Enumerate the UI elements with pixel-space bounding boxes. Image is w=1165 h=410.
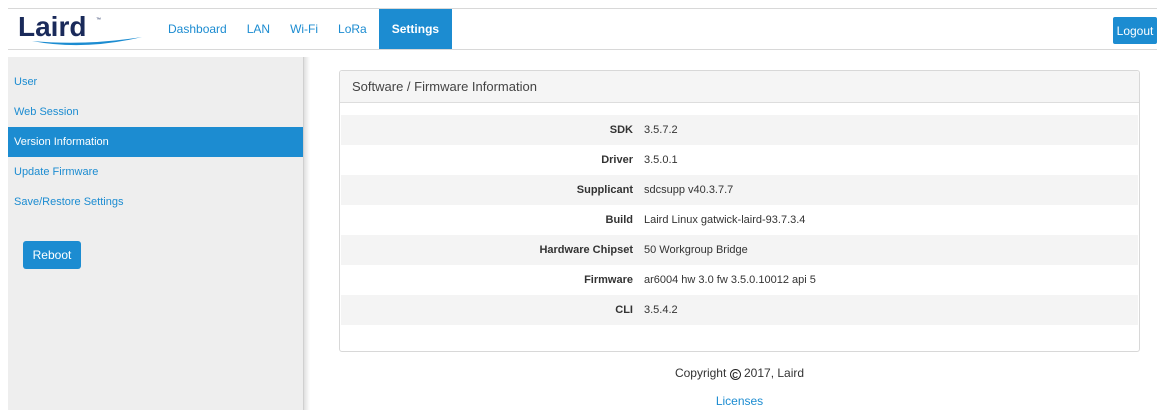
- logo-text: Laird: [18, 11, 86, 42]
- logout-button[interactable]: Logout: [1113, 17, 1157, 44]
- row-value-supplicant: sdcsupp v40.3.7.7: [644, 184, 734, 196]
- licenses-link[interactable]: Licenses: [339, 394, 1140, 408]
- info-table: SDK 3.5.7.2 Driver 3.5.0.1 Supplicant sd…: [341, 115, 1138, 325]
- row-label-cli: CLI: [615, 304, 633, 316]
- laird-logo[interactable]: Laird ™: [14, 11, 144, 49]
- row-label-driver: Driver: [601, 154, 633, 166]
- table-row: Supplicant sdcsupp v40.3.7.7: [341, 175, 1138, 205]
- nav-wifi[interactable]: Wi-Fi: [280, 9, 328, 49]
- reboot-button[interactable]: Reboot: [23, 241, 81, 269]
- copyright-text: Copyright C 2017, Laird: [339, 366, 1140, 380]
- copyright-icon: C: [729, 369, 741, 380]
- sidebar-item-user[interactable]: User: [8, 67, 303, 97]
- sidebar-item-version-information[interactable]: Version Information: [8, 127, 303, 157]
- row-label-sdk: SDK: [609, 124, 633, 136]
- sidebar-item-update-firmware[interactable]: Update Firmware: [8, 157, 303, 187]
- nav-dashboard[interactable]: Dashboard: [158, 9, 237, 49]
- row-label-firmware: Firmware: [584, 274, 633, 286]
- row-value-hardware-chipset: 50 Workgroup Bridge: [644, 244, 748, 256]
- panel-title: Software / Firmware Information: [340, 71, 1139, 103]
- row-label-build: Build: [605, 214, 634, 226]
- row-value-driver: 3.5.0.1: [644, 154, 678, 166]
- table-row: Build Laird Linux gatwick-laird-93.7.3.4: [341, 205, 1138, 235]
- settings-sidebar: User Web Session Version Information Upd…: [8, 57, 304, 410]
- firmware-info-panel: Software / Firmware Information SDK 3.5.…: [339, 70, 1140, 352]
- copyright-suffix: 2017, Laird: [744, 366, 805, 380]
- table-row: Firmware ar6004 hw 3.0 fw 3.5.0.10012 ap…: [341, 265, 1138, 295]
- copyright-prefix: Copyright: [674, 366, 727, 380]
- row-label-supplicant: Supplicant: [576, 184, 633, 196]
- top-navbar: Laird ™ Dashboard LAN Wi-Fi LoRa Setting…: [8, 8, 1157, 50]
- row-value-cli: 3.5.4.2: [644, 304, 678, 316]
- nav-lan[interactable]: LAN: [237, 9, 280, 49]
- sidebar-item-web-session[interactable]: Web Session: [8, 97, 303, 127]
- sidebar-item-save-restore-settings[interactable]: Save/Restore Settings: [8, 187, 303, 217]
- table-row: Driver 3.5.0.1: [341, 145, 1138, 175]
- nav-settings[interactable]: Settings: [378, 9, 453, 49]
- sidebar-shadow: [304, 57, 310, 410]
- row-label-hardware-chipset: Hardware Chipset: [539, 244, 633, 256]
- table-row: CLI 3.5.4.2: [341, 295, 1138, 325]
- table-row: Hardware Chipset 50 Workgroup Bridge: [341, 235, 1138, 265]
- table-row: SDK 3.5.7.2: [341, 115, 1138, 145]
- row-value-firmware: ar6004 hw 3.0 fw 3.5.0.10012 api 5: [644, 274, 816, 286]
- row-value-build: Laird Linux gatwick-laird-93.7.3.4: [644, 214, 806, 226]
- row-value-sdk: 3.5.7.2: [644, 124, 678, 136]
- svg-text:™: ™: [96, 17, 101, 23]
- nav-lora[interactable]: LoRa: [328, 9, 377, 49]
- main-nav: Dashboard LAN Wi-Fi LoRa Settings: [158, 9, 453, 49]
